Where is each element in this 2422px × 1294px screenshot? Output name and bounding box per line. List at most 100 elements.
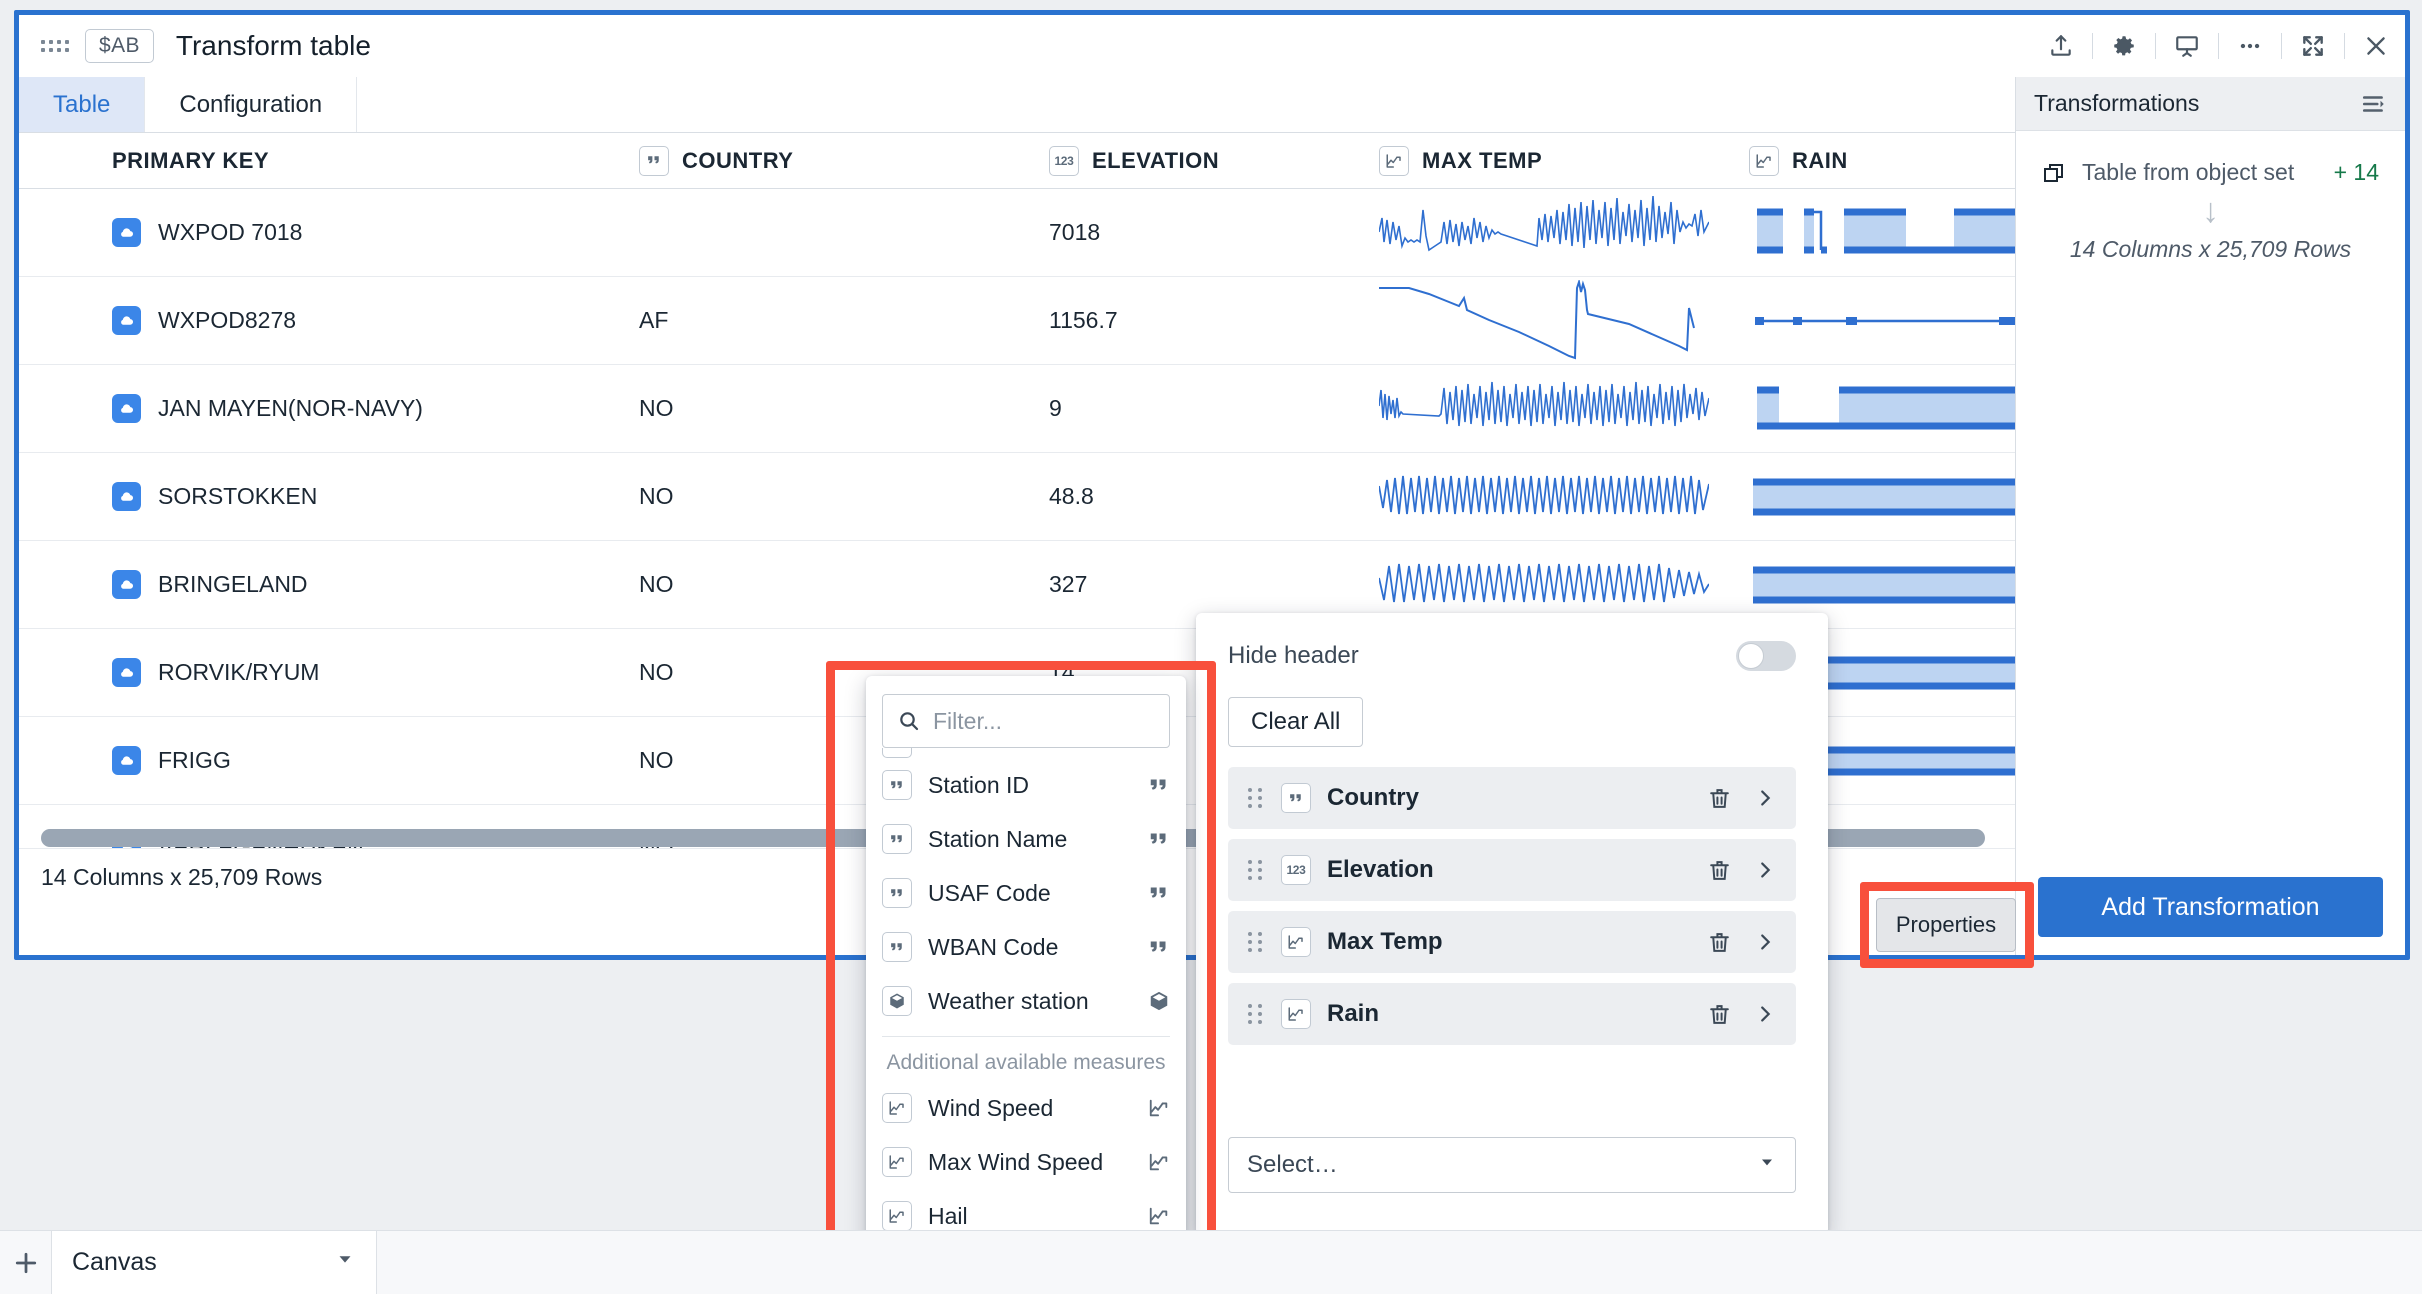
canvas-selector[interactable]: Canvas — [52, 1230, 377, 1294]
variable-badge[interactable]: $AB — [85, 29, 154, 63]
transformation-result: 14 Columns x 25,709 Rows — [2069, 236, 2352, 262]
list-item[interactable]: Wind Speed — [882, 1081, 1170, 1135]
hide-header-label: Hide header — [1228, 642, 1359, 669]
field-list: Station ID Station Name USAF Code WBAN C… — [866, 748, 1186, 1294]
column-header-label: ELEVATION — [1092, 147, 1220, 173]
more-horizontal-icon[interactable] — [2233, 29, 2267, 63]
hide-header-toggle[interactable] — [1736, 641, 1796, 671]
list-item[interactable]: Station Name — [882, 812, 1170, 866]
toolbar-divider — [2155, 33, 2156, 59]
cell-primary-key: SORSTOKKEN — [19, 482, 639, 511]
cell-value: SORSTOKKEN — [158, 483, 318, 509]
presentation-icon[interactable] — [2170, 29, 2204, 63]
trash-icon[interactable] — [1707, 786, 1732, 811]
column-header-label: PRIMARY KEY — [112, 147, 270, 173]
cell-primary-key: RORVIK/RYUM — [19, 658, 639, 687]
cell-value: FRIGG — [158, 747, 231, 773]
cell-country: NO — [639, 395, 674, 421]
list-item[interactable]: Country — [1228, 767, 1796, 829]
transformations-panel: Transformations Table from object set + … — [2015, 77, 2405, 955]
export-upload-icon[interactable] — [2044, 29, 2078, 63]
drag-handle-icon[interactable] — [1248, 1004, 1263, 1024]
close-icon[interactable] — [2359, 29, 2393, 63]
list-item[interactable]: WBAN Code — [882, 920, 1170, 974]
configured-columns-list: Country 123 Elevation Max Temp Rain — [1228, 767, 1796, 1045]
toolbar-divider — [2344, 33, 2345, 59]
list-item[interactable]: Station ID — [882, 758, 1170, 812]
timeseries-icon — [882, 1093, 912, 1123]
cell-value: WXPOD8278 — [158, 307, 297, 333]
field-name: Hail — [928, 1202, 968, 1229]
cell-primary-key: JAN MAYEN(NOR-NAVY) — [19, 394, 639, 423]
string-quote-icon — [882, 932, 912, 962]
cell-elevation: 7018 — [1049, 219, 1101, 245]
add-column-select[interactable]: Select… — [1228, 1137, 1796, 1193]
timeseries-icon — [1749, 145, 1779, 176]
widget-title-bar: $AB Transform table — [19, 15, 2405, 77]
transformation-label: Table from object set — [2082, 159, 2295, 185]
list-item[interactable]: Rain — [1228, 983, 1796, 1045]
plus-icon[interactable] — [0, 1230, 52, 1294]
partially-scrolled-item — [882, 748, 1170, 758]
weather-station-icon — [112, 394, 141, 423]
collapse-panel-icon[interactable] — [2361, 91, 2387, 117]
string-quote-icon — [1281, 783, 1311, 813]
list-item[interactable]: Max Temp — [1228, 911, 1796, 973]
chevron-right-icon[interactable] — [1754, 787, 1776, 809]
add-transformation-button[interactable]: Add Transformation — [2038, 877, 2383, 937]
timeseries-icon — [1148, 1205, 1170, 1227]
cell-value: WXPOD 7018 — [158, 219, 303, 245]
cell-max-temp-sparkline — [1379, 368, 1749, 450]
trash-icon[interactable] — [1707, 1002, 1732, 1027]
filter-input[interactable] — [933, 707, 1155, 735]
tab-configuration[interactable]: Configuration — [145, 77, 358, 132]
drag-handle-icon[interactable] — [1248, 932, 1263, 952]
column-header-primary-key[interactable]: PRIMARY KEY — [19, 148, 639, 174]
weather-station-icon — [112, 482, 141, 511]
column-header-label: RAIN — [1792, 147, 1848, 173]
transformations-title: Transformations — [2034, 90, 2200, 116]
drag-grip-icon[interactable] — [41, 40, 69, 52]
cell-max-temp-sparkline — [1379, 456, 1749, 538]
transformation-delta: + 14 — [2333, 159, 2379, 185]
cell-primary-key: WXPOD8278 — [19, 306, 639, 335]
chevron-right-icon[interactable] — [1754, 1003, 1776, 1025]
string-quote-icon — [882, 824, 912, 854]
weather-station-icon — [112, 218, 141, 247]
trash-icon[interactable] — [1707, 858, 1732, 883]
column-header-elevation[interactable]: 123 ELEVATION — [1049, 145, 1379, 176]
object-cube-icon — [882, 986, 912, 1016]
properties-button[interactable]: Properties — [1876, 898, 2016, 952]
field-name: WBAN Code — [928, 933, 1059, 960]
flow-arrow-icon: ↓ — [2202, 192, 2219, 230]
timeseries-icon — [1379, 145, 1409, 176]
chevron-right-icon[interactable] — [1754, 859, 1776, 881]
toolbar-divider — [2092, 33, 2093, 59]
list-item[interactable]: USAF Code — [882, 866, 1170, 920]
tab-table[interactable]: Table — [19, 77, 146, 132]
filter-input-wrapper[interactable] — [882, 694, 1170, 748]
clear-all-button[interactable]: Clear All — [1228, 697, 1364, 747]
transformation-item[interactable]: Table from object set + 14 — [2016, 131, 2405, 186]
timeseries-icon — [1281, 999, 1311, 1029]
list-item[interactable]: 123 Elevation — [1228, 839, 1796, 901]
chevron-right-icon[interactable] — [1754, 931, 1776, 953]
cell-value: RORVIK/RYUM — [158, 659, 320, 685]
widget-toolbar — [2044, 29, 2393, 63]
cell-country: AF — [639, 307, 669, 333]
string-quote-icon — [882, 878, 912, 908]
drag-handle-icon[interactable] — [1248, 788, 1263, 808]
cell-value: BRINGELAND — [158, 571, 308, 597]
column-header-max-temp[interactable]: MAX TEMP — [1379, 145, 1749, 176]
cell-primary-key: BRINGELAND — [19, 570, 639, 599]
list-item[interactable]: Max Wind Speed — [882, 1135, 1170, 1189]
fullscreen-expand-icon[interactable] — [2296, 29, 2330, 63]
field-name: Weather station — [928, 987, 1089, 1014]
column-name: Rain — [1327, 1000, 1380, 1027]
trash-icon[interactable] — [1707, 930, 1732, 955]
column-header-country[interactable]: COUNTRY — [639, 145, 1049, 176]
list-item[interactable]: Weather station — [882, 974, 1170, 1028]
gear-icon[interactable] — [2107, 29, 2141, 63]
drag-handle-icon[interactable] — [1248, 860, 1263, 880]
toolbar-divider — [2281, 33, 2282, 59]
